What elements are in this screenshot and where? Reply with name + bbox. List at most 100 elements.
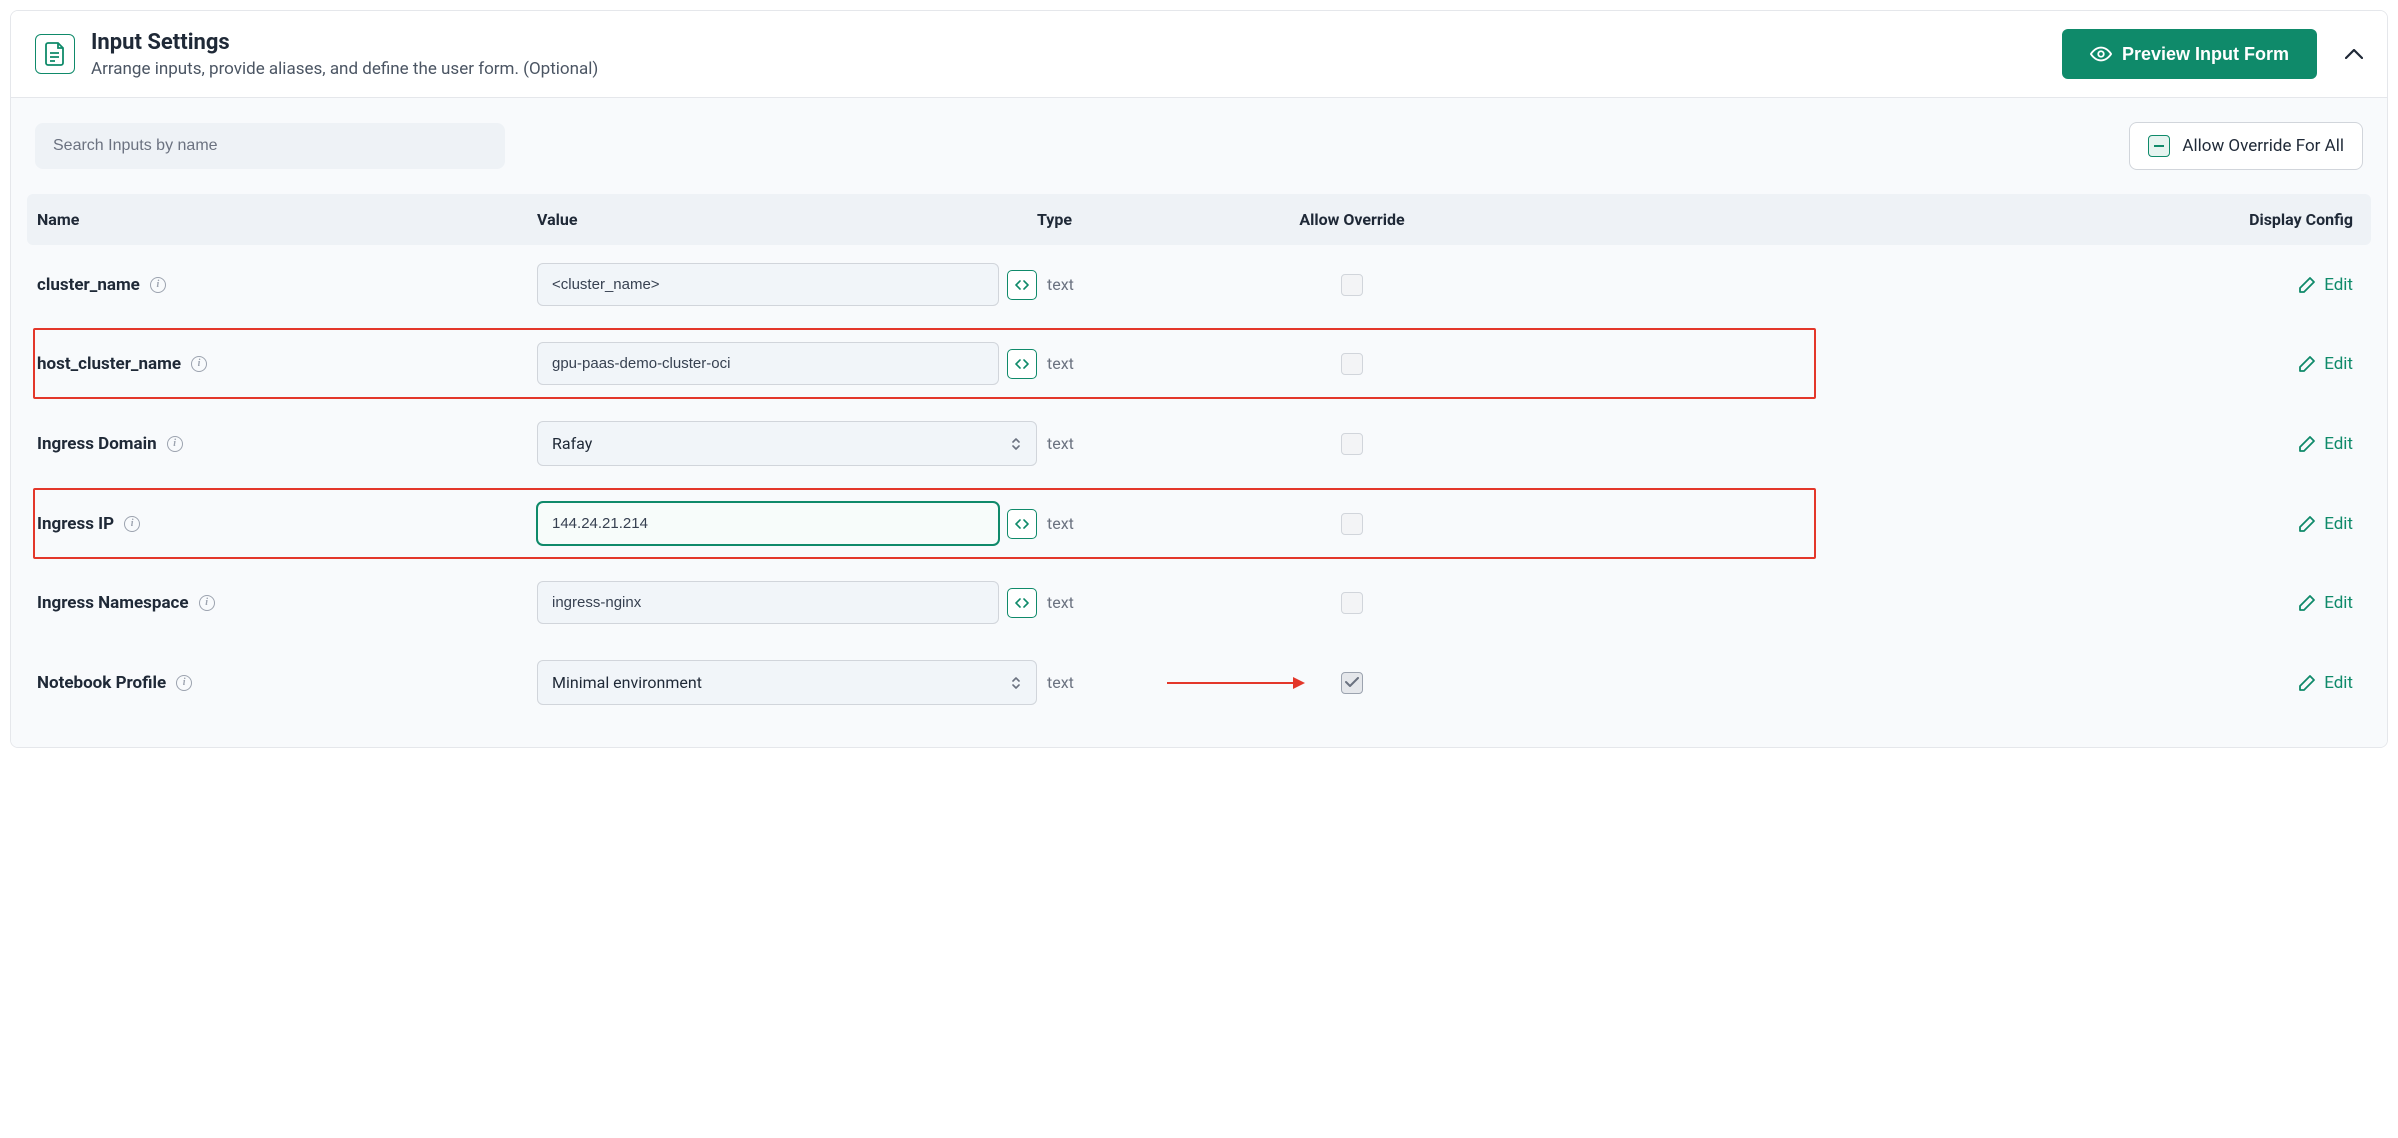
panel-body: Allow Override For All Name Value Type A…: [11, 98, 2387, 747]
override-checkbox[interactable]: [1341, 433, 1363, 455]
code-button[interactable]: [1007, 509, 1037, 539]
row-name-label: cluster_name: [37, 275, 140, 295]
select-caret-icon: [1010, 674, 1022, 692]
col-display-header: Display Config: [1417, 210, 2361, 229]
collapse-chevron-icon[interactable]: [2345, 49, 2363, 59]
edit-button[interactable]: Edit: [1417, 673, 2361, 693]
override-checkbox[interactable]: [1341, 513, 1363, 535]
edit-button[interactable]: Edit: [1417, 434, 2361, 454]
allow-override-for-all-toggle[interactable]: Allow Override For All: [2129, 122, 2363, 170]
header-text: Input Settings Arrange inputs, provide a…: [91, 30, 598, 79]
pencil-icon: [2298, 276, 2316, 294]
override-all-label: Allow Override For All: [2182, 136, 2344, 156]
info-icon[interactable]: i: [191, 356, 207, 372]
row-value: [537, 342, 1037, 385]
edit-button[interactable]: Edit: [1417, 275, 2361, 295]
value-select[interactable]: Minimal environment: [537, 660, 1037, 705]
col-type-header: Type: [1037, 210, 1287, 229]
override-checkbox[interactable]: [1341, 353, 1363, 375]
override-checkbox[interactable]: [1341, 274, 1363, 296]
code-button[interactable]: [1007, 588, 1037, 618]
value-select[interactable]: Rafay: [537, 421, 1037, 466]
row-value: Rafay: [537, 421, 1037, 466]
inputs-table: Name Value Type Allow Override Display C…: [27, 194, 2371, 723]
code-icon: [1015, 597, 1029, 609]
row-type: text: [1037, 434, 1287, 453]
panel-subtitle: Arrange inputs, provide aliases, and def…: [91, 59, 598, 79]
select-value: Minimal environment: [552, 673, 702, 692]
edit-button[interactable]: Edit: [1417, 514, 2361, 534]
select-value: Rafay: [552, 434, 592, 453]
info-icon[interactable]: i: [199, 595, 215, 611]
preview-button-label: Preview Input Form: [2122, 44, 2289, 65]
edit-label: Edit: [2324, 354, 2353, 374]
row-type: text: [1037, 275, 1287, 294]
edit-button[interactable]: Edit: [1417, 593, 2361, 613]
pencil-icon: [2298, 435, 2316, 453]
row-type: text: [1037, 593, 1287, 612]
pencil-icon: [2298, 515, 2316, 533]
pencil-icon: [2298, 594, 2316, 612]
table-header: Name Value Type Allow Override Display C…: [27, 194, 2371, 245]
row-override: [1287, 672, 1417, 694]
panel-header: Input Settings Arrange inputs, provide a…: [11, 11, 2387, 98]
row-name: Notebook Profile i: [37, 673, 537, 693]
col-override-header: Allow Override: [1287, 210, 1417, 229]
panel-title: Input Settings: [91, 30, 598, 55]
value-input[interactable]: [537, 263, 999, 306]
edit-label: Edit: [2324, 673, 2353, 693]
row-value: [537, 502, 1037, 545]
document-icon: [35, 34, 75, 74]
row-name-label: host_cluster_name: [37, 354, 181, 374]
row-name-label: Notebook Profile: [37, 673, 166, 693]
check-icon: [1345, 677, 1359, 688]
eye-icon: [2090, 43, 2112, 65]
override-checkbox[interactable]: [1341, 592, 1363, 614]
value-input[interactable]: [537, 502, 999, 545]
edit-label: Edit: [2324, 593, 2353, 613]
info-icon[interactable]: i: [124, 516, 140, 532]
edit-button[interactable]: Edit: [1417, 354, 2361, 374]
code-icon: [1015, 279, 1029, 291]
col-name-header: Name: [37, 210, 537, 229]
search-input[interactable]: [35, 123, 505, 169]
row-name: Ingress IP i: [37, 514, 537, 534]
row-name: cluster_name i: [37, 275, 537, 295]
row-name: host_cluster_name i: [37, 354, 537, 374]
info-icon[interactable]: i: [167, 436, 183, 452]
row-override: [1287, 274, 1417, 296]
select-caret-icon: [1010, 435, 1022, 453]
row-name-label: Ingress Domain: [37, 434, 157, 454]
code-button[interactable]: [1007, 270, 1037, 300]
value-input[interactable]: [537, 342, 999, 385]
row-type: text: [1037, 514, 1287, 533]
row-value: [537, 263, 1037, 306]
row-value: Minimal environment: [537, 660, 1037, 705]
override-checkbox[interactable]: [1341, 672, 1363, 694]
table-row: Notebook Profile i Minimal environment text…: [27, 642, 2371, 723]
edit-label: Edit: [2324, 275, 2353, 295]
input-settings-panel: Input Settings Arrange inputs, provide a…: [10, 10, 2388, 748]
toolbar: Allow Override For All: [11, 122, 2387, 194]
row-name: Ingress Domain i: [37, 434, 537, 454]
table-row: host_cluster_name i text Edit: [27, 324, 2371, 403]
row-override: [1287, 353, 1417, 375]
code-button[interactable]: [1007, 349, 1037, 379]
value-input[interactable]: [537, 581, 999, 624]
table-row: cluster_name i text Edit: [27, 245, 2371, 324]
pencil-icon: [2298, 355, 2316, 373]
row-type: text: [1037, 354, 1287, 373]
info-icon[interactable]: i: [176, 675, 192, 691]
col-value-header: Value: [537, 210, 1037, 229]
row-name: Ingress Namespace i: [37, 593, 537, 613]
row-name-label: Ingress Namespace: [37, 593, 189, 613]
row-value: [537, 581, 1037, 624]
info-icon[interactable]: i: [150, 277, 166, 293]
row-override: [1287, 433, 1417, 455]
code-icon: [1015, 518, 1029, 530]
table-row: Ingress Domain i Rafay text Edit: [27, 403, 2371, 484]
row-type: text: [1037, 673, 1287, 692]
preview-input-form-button[interactable]: Preview Input Form: [2062, 29, 2317, 79]
row-name-label: Ingress IP: [37, 514, 114, 534]
row-override: [1287, 513, 1417, 535]
